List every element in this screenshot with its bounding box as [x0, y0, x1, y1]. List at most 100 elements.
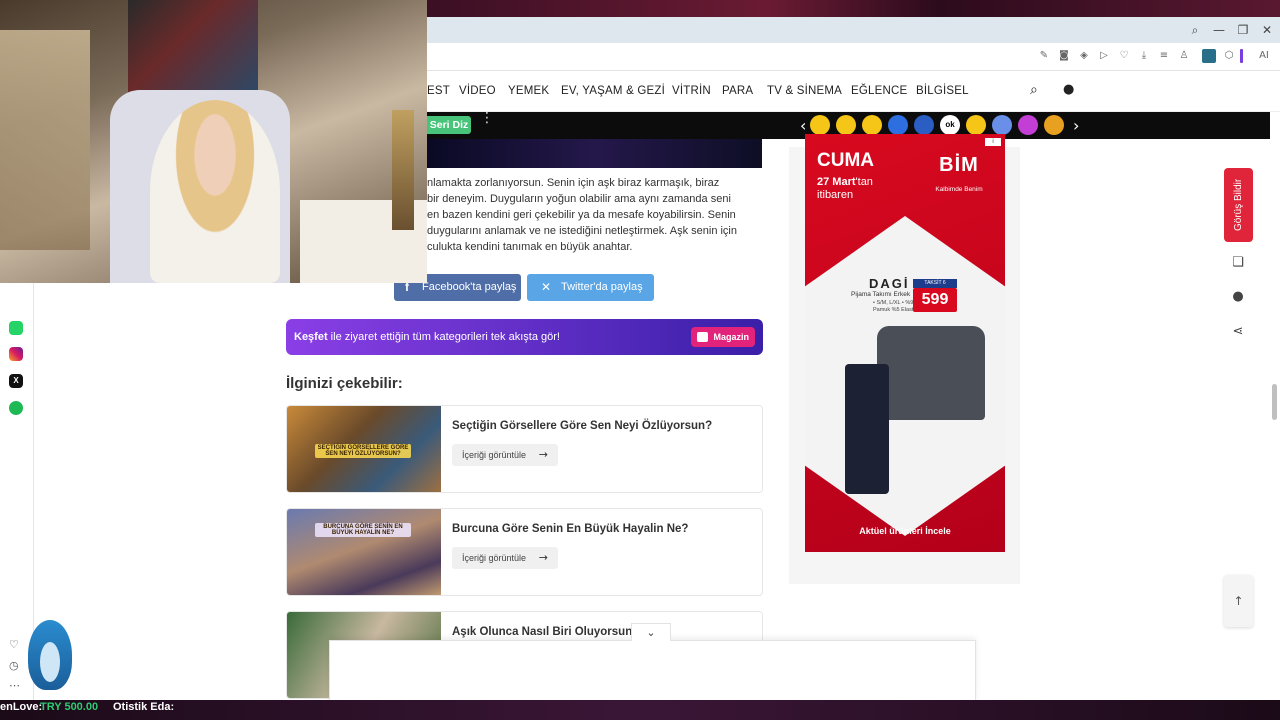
emoji-wtf-icon[interactable]	[1044, 115, 1064, 135]
user-icon[interactable]: ●	[1063, 82, 1075, 97]
article-body: nlamakta zorlanıyorsun. Senin için aşk b…	[427, 175, 762, 255]
heart-icon[interactable]: ♡	[1117, 49, 1131, 63]
card-title[interactable]: Seçtiğin Görsellere Göre Sen Neyi Özlüyo…	[452, 420, 712, 432]
card-title[interactable]: Aşık Olunca Nasıl Biri Oluyorsun?	[452, 626, 639, 638]
ticker-next: Otistik Eda:	[113, 701, 175, 713]
profile-icon[interactable]: ♙	[1177, 49, 1191, 63]
kesfet-text: ile ziyaret ettiğin tüm kategorileri tek…	[327, 331, 560, 343]
product-price: 599	[913, 288, 957, 312]
emoji-cool-face-icon[interactable]	[966, 115, 986, 135]
nav-item-eglence[interactable]: EĞLENCE	[851, 85, 907, 97]
whatsapp-icon[interactable]	[9, 321, 23, 335]
restore-icon[interactable]: ❐	[1235, 22, 1251, 38]
bim-advertisement[interactable]: i CUMA 27 Mart'tan itibaren BİM Kalbimde …	[805, 134, 1005, 552]
divider-accent	[1240, 49, 1243, 63]
view-content-button[interactable]: İçeriği görüntüle →	[452, 444, 558, 466]
scroll-to-top-button[interactable]: ↑	[1224, 575, 1253, 627]
twitter-share-label: Twitter'da paylaş	[561, 281, 643, 293]
scrollbar-thumb[interactable]	[1272, 384, 1277, 420]
twitter-share-button[interactable]: ✕ Twitter'da paylaş	[527, 274, 654, 301]
ticker-user: enLove:	[0, 701, 43, 713]
article-line: bir deneyim. Duyguların yoğun olabilir a…	[427, 193, 731, 205]
nav-item-video[interactable]: VİDEO	[459, 85, 496, 97]
article-image	[427, 139, 762, 168]
nav-item-tv-sinema[interactable]: TV & SİNEMA	[767, 85, 842, 97]
history-icon[interactable]: ◷	[9, 659, 19, 672]
menu-icon[interactable]: ≡	[1157, 49, 1171, 63]
emoji-ok-icon[interactable]: ok	[940, 115, 960, 135]
nav-item-vitrin[interactable]: VİTRİN	[672, 85, 711, 97]
emoji-heart-eyes-icon[interactable]	[810, 115, 830, 135]
nav-item-para[interactable]: PARA	[722, 85, 753, 97]
play-icon[interactable]: ▷	[1097, 49, 1111, 63]
search-tabs-icon[interactable]: ⌕	[1187, 22, 1203, 38]
card-title[interactable]: Burcuna Göre Senin En Büyük Hayalin Ne?	[452, 523, 688, 535]
download-icon[interactable]: ⤓	[1137, 49, 1151, 63]
streamer-webcam-overlay	[0, 0, 427, 283]
feedback-button[interactable]: Görüş Bildir	[1224, 168, 1253, 242]
article-line: culukta kendini tanımak en büyük anahtar…	[427, 241, 633, 253]
webcam-shelf	[0, 30, 90, 250]
emoji-sad-face-icon[interactable]	[836, 115, 856, 135]
emoji-prev-icon[interactable]: ‹	[800, 116, 806, 135]
nav-item-test[interactable]: EST	[427, 85, 450, 97]
bookmark-icon[interactable]: ❏	[1228, 253, 1248, 273]
minimize-icon[interactable]: —	[1211, 22, 1227, 38]
ad-date-line2: itibaren	[817, 189, 854, 201]
ad-info-icon[interactable]: i	[985, 138, 1001, 146]
x-icon: ✕	[541, 280, 552, 294]
related-card[interactable]: BURCUNA GÖRE SENİN EN BÜYÜK HAYALİN NE? …	[286, 508, 763, 596]
ad-date: 27 Mart'tan itibaren	[817, 176, 873, 202]
view-content-button[interactable]: İçeriği görüntüle →	[452, 547, 558, 569]
seri-diz-button[interactable]: Seri Diz	[427, 116, 471, 134]
kesfet-bold: Keşfet	[294, 331, 328, 343]
instagram-icon[interactable]	[9, 347, 23, 361]
emoji-party-icon[interactable]	[1018, 115, 1038, 135]
share-icon[interactable]: ⋖	[1228, 322, 1248, 342]
ad-date-suffix: 'tan	[855, 176, 873, 188]
close-icon[interactable]: ✕	[1259, 22, 1275, 38]
shield-icon[interactable]: ◈	[1077, 49, 1091, 63]
more-icon[interactable]: ⋮	[480, 111, 494, 125]
pajama-top-image	[877, 326, 985, 420]
card-thumbnail: BURCUNA GÖRE SENİN EN BÜYÜK HAYALİN NE?	[287, 509, 441, 595]
edit-icon[interactable]: ✎	[1037, 49, 1051, 63]
nav-item-bilgisel[interactable]: BİLGİSEL	[916, 85, 969, 97]
nav-item-yemek[interactable]: YEMEK	[508, 85, 549, 97]
article-line: nlamakta zorlanıyorsun. Senin için aşk b…	[427, 177, 720, 189]
nav-item-ev-yasam-gezi[interactable]: EV, YAŞAM & GEZİ	[561, 85, 665, 97]
related-card[interactable]: SEÇTİĞİN GÖRSELLERE GÖRE SEN NEYİ ÖZLÜYO…	[286, 405, 763, 493]
spotify-icon[interactable]	[9, 401, 23, 415]
magazin-badge[interactable]: Magazin	[691, 327, 755, 347]
donation-ticker: enLove: TRY 500.00 Otistik Eda:	[0, 700, 1280, 720]
emoji-snowflake-icon[interactable]	[992, 115, 1012, 135]
ad-cta-link[interactable]: Aktüel ürünleri İncele	[805, 526, 1005, 536]
emoji-badge-blue-2-icon[interactable]	[914, 115, 934, 135]
kesfet-banner[interactable]: Keşfet ile ziyaret ettiğin tüm kategoril…	[286, 319, 763, 355]
view-content-label: İçeriği görüntüle	[462, 450, 527, 460]
bottom-ad-slot	[329, 640, 976, 702]
thumbnail-caption: SEÇTİĞİN GÖRSELLERE GÖRE SEN NEYİ ÖZLÜYO…	[315, 444, 411, 458]
emoji-laughing-icon[interactable]	[862, 115, 882, 135]
comments-icon[interactable]: ●	[1228, 287, 1248, 307]
camera-icon[interactable]: ◙	[1057, 49, 1071, 63]
article-line: duygularını anlamak ve ne istediğini net…	[427, 225, 737, 237]
x-twitter-icon[interactable]: X	[9, 374, 23, 388]
emoji-next-icon[interactable]: ›	[1073, 116, 1079, 135]
favorite-icon[interactable]: ♡	[9, 638, 19, 651]
collapse-ad-button[interactable]: ⌄	[631, 623, 671, 641]
product-name: Pijama Takımı Erkek	[851, 291, 911, 298]
more-options-icon[interactable]: ⋯	[9, 679, 20, 692]
cube-icon[interactable]: ⬡	[1222, 49, 1236, 63]
webcam-poster	[128, 0, 258, 100]
emoji-badge-blue-icon[interactable]	[888, 115, 908, 135]
webcam-lamp	[392, 110, 414, 230]
search-icon[interactable]: ⌕	[1030, 82, 1038, 98]
related-heading: İlginizi çekebilir:	[286, 375, 403, 392]
stream-background-top	[427, 0, 1280, 17]
ad-day: CUMA	[817, 150, 874, 171]
ai-assistant-icon[interactable]: AI	[1252, 49, 1276, 63]
ticker-amount: TRY 500.00	[40, 701, 99, 713]
extension-icon[interactable]	[1202, 49, 1216, 63]
thumbnail-caption: BURCUNA GÖRE SENİN EN BÜYÜK HAYALİN NE?	[315, 523, 411, 537]
